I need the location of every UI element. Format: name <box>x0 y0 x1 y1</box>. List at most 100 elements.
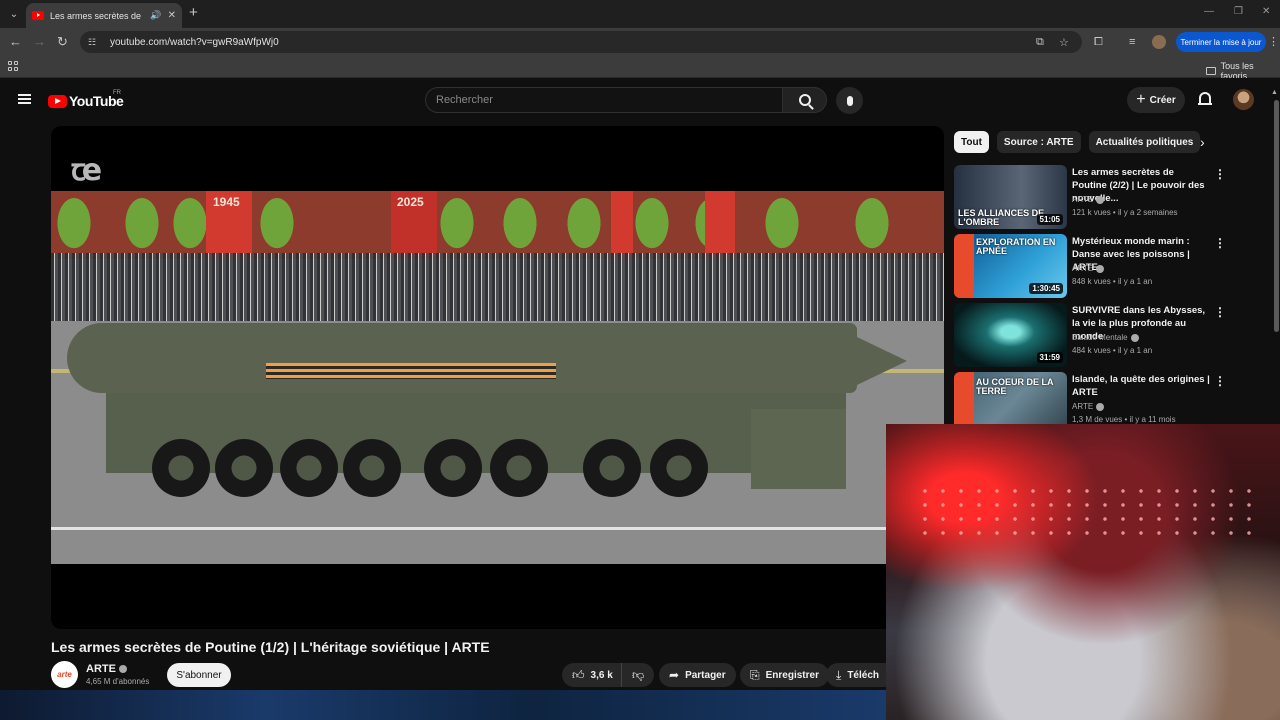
microphone-icon <box>846 95 853 106</box>
chip-all[interactable]: Tout <box>954 131 989 153</box>
video-thumbnail[interactable]: LES ALLIANCES DE L'OMBRE 51:05 <box>954 165 1067 229</box>
chip-political-news[interactable]: Actualités politiques <box>1088 131 1201 153</box>
new-tab-icon[interactable]: + <box>189 5 198 20</box>
recommendation-item[interactable]: EXPLORATION EN APNÉE 1:30:45 Mystérieux … <box>954 234 1272 298</box>
duration-badge: 31:59 <box>1036 352 1063 363</box>
tree <box>169 197 211 255</box>
channel-name-text: ARTE <box>86 663 116 675</box>
download-icon: ⤓ <box>836 667 842 682</box>
address-bar[interactable]: ☷ youtube.com/watch?v=gwR9aWfpWj0 ⧉ ☆ <box>80 31 1082 53</box>
voice-search-button[interactable] <box>836 87 863 114</box>
notifications-icon[interactable] <box>1198 92 1212 107</box>
close-window-icon[interactable]: ✕ <box>1262 6 1270 17</box>
video-thumbnail[interactable]: 31:59 <box>954 303 1067 367</box>
page-scrollbar[interactable] <box>1274 100 1279 332</box>
create-button[interactable]: + Créer <box>1127 87 1185 113</box>
wheel <box>280 439 338 497</box>
tab-search-icon[interactable]: ⌄ <box>6 6 22 22</box>
video-thumbnail[interactable]: EXPLORATION EN APNÉE 1:30:45 <box>954 234 1067 298</box>
wheel <box>490 439 548 497</box>
banner <box>705 191 735 259</box>
recommendation-meta: 484 k vues • il y a 1 an <box>1072 346 1153 355</box>
reload-icon[interactable]: ↻ <box>57 34 68 50</box>
description-preview <box>0 690 886 720</box>
wheel <box>424 439 482 497</box>
arte-band <box>954 234 974 298</box>
recommendation-meta: 121 k vues • il y a 2 semaines <box>1072 208 1178 217</box>
site-info-icon[interactable]: ☷ <box>88 37 100 47</box>
chevron-right-icon[interactable]: › <box>1200 134 1205 150</box>
thumbnail-caption: EXPLORATION EN APNÉE <box>976 237 1056 256</box>
search-button[interactable] <box>783 87 827 113</box>
channel-text: ARTE <box>1072 264 1094 273</box>
more-options-icon[interactable]: ⋮ <box>1214 236 1226 250</box>
banner-year: 2025 <box>397 195 424 209</box>
bookmarks-bar: Tous les favoris <box>0 56 1280 81</box>
more-options-icon[interactable]: ⋮ <box>1214 374 1226 388</box>
tree <box>121 197 163 255</box>
recommendation-title[interactable]: Islande, la quête des origines | ARTE <box>1072 373 1210 399</box>
profile-icon[interactable] <box>1152 35 1166 49</box>
update-button[interactable]: Terminer la mise à jour <box>1176 32 1266 52</box>
banner <box>611 191 633 259</box>
st-george-ribbon <box>266 363 556 379</box>
video-player[interactable]: ꞇe 1945 2025 <box>51 126 944 629</box>
speaker-icon[interactable]: 🔊 <box>150 10 161 21</box>
channel-avatar[interactable]: arte <box>51 661 78 688</box>
forward-icon[interactable]: → <box>33 34 46 50</box>
search-icon <box>798 94 811 106</box>
back-icon[interactable]: ← <box>9 34 22 50</box>
scroll-up-arrow-icon[interactable]: ▲ <box>1271 89 1278 96</box>
browser-tab[interactable]: Les armes secrètes de Poutine 🔊 ✕ <box>26 3 182 28</box>
bookmark-star-icon[interactable]: ☆ <box>1059 36 1069 49</box>
recommendation-channel: ARTE <box>1072 402 1105 411</box>
browser-menu-icon[interactable]: ⋮ <box>1268 35 1279 48</box>
extensions-icon[interactable]: ⧠ <box>1094 36 1103 49</box>
menu-icon[interactable] <box>18 94 31 104</box>
like-count: 3,6 k <box>590 669 613 681</box>
folder-icon <box>1206 67 1216 75</box>
road-line <box>51 527 944 530</box>
recommendation-channel: Balade Mentale <box>1072 333 1139 342</box>
more-options-icon[interactable]: ⋮ <box>1214 167 1226 181</box>
share-button[interactable]: ➦ Partager <box>659 663 736 687</box>
thumbs-up-icon: 👍︎ <box>572 667 585 682</box>
recommendation-meta: 1,3 M de vues • il y a 11 mois <box>1072 415 1176 424</box>
like-button[interactable]: 👍︎ 3,6 k <box>562 663 621 687</box>
verified-icon <box>1096 264 1105 273</box>
channel-text: ARTE <box>1072 402 1094 411</box>
tree <box>761 197 803 255</box>
media-controls-icon[interactable]: ≡ <box>1129 36 1135 48</box>
plus-icon: + <box>1136 91 1146 108</box>
parade-soldiers <box>51 253 944 325</box>
download-button[interactable]: ⤓ Téléch <box>826 663 886 687</box>
chip-source-arte[interactable]: Source : ARTE <box>996 131 1081 153</box>
dislike-button[interactable]: 👎︎ <box>621 663 655 687</box>
apps-grid-icon[interactable] <box>8 61 18 71</box>
share-label: Partager <box>685 669 726 681</box>
search-input[interactable]: Rechercher <box>425 87 783 113</box>
install-app-icon[interactable]: ⧉ <box>1036 36 1044 49</box>
video-frame: 1945 2025 <box>51 191 944 564</box>
restore-icon[interactable]: ❐ <box>1234 6 1243 17</box>
recommendation-meta: 848 k vues • il y a 1 an <box>1072 277 1153 286</box>
subscribe-button[interactable]: S'abonner <box>167 663 231 687</box>
close-tab-icon[interactable]: ✕ <box>168 10 176 21</box>
recommendation-item[interactable]: LES ALLIANCES DE L'OMBRE 51:05 Les armes… <box>954 165 1272 229</box>
minimize-icon[interactable]: — <box>1204 6 1214 17</box>
share-icon: ➦ <box>669 668 680 682</box>
wheel <box>583 439 641 497</box>
wheel <box>215 439 273 497</box>
arte-watermark: ꞇe <box>71 153 102 188</box>
subscriber-count: 4,65 M d'abonnés <box>86 677 150 686</box>
tree <box>499 197 541 255</box>
channel-name[interactable]: ARTE <box>86 663 127 675</box>
banner-1945: 1945 <box>206 191 252 259</box>
recommendation-item[interactable]: 31:59 SURVIVRE dans les Abysses, la vie … <box>954 303 1272 367</box>
tree <box>53 197 95 255</box>
verified-icon <box>1096 195 1105 204</box>
account-avatar[interactable] <box>1233 89 1254 110</box>
more-options-icon[interactable]: ⋮ <box>1214 305 1226 319</box>
save-button[interactable]: ⎘ Enregistrer <box>740 663 829 687</box>
tree <box>436 197 478 255</box>
